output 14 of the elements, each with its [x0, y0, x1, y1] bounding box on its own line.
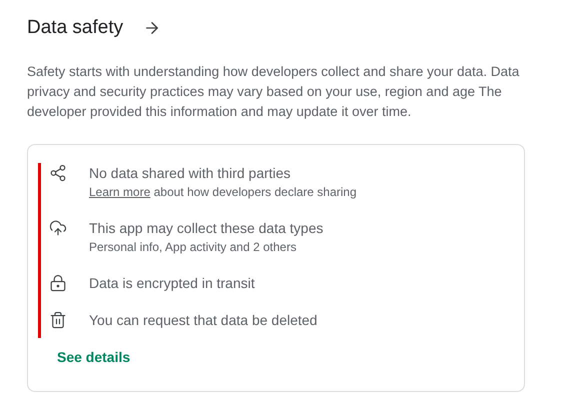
cloud-upload-icon [49, 218, 67, 236]
trash-icon [49, 310, 67, 328]
item-title: This app may collect these data types [89, 218, 324, 238]
description: Safety starts with understanding how developers collect and share your data. Data privacy and security practices may vary based on your use, region and age The developer provided this information and may update it over time. [27, 62, 520, 121]
share-icon [49, 164, 67, 182]
item-title: Data is encrypted in transit [89, 274, 255, 292]
lock-icon [49, 274, 67, 292]
item-subtitle: Learn more about how developers declare sharing [89, 184, 357, 200]
item-subtitle: Personal info, App activity and 2 others [89, 238, 298, 256]
item-title: You can request that data be deleted [89, 310, 318, 330]
learn-more-link[interactable]: Learn more [89, 184, 150, 198]
item-title: No data shared with third parties [89, 164, 292, 182]
see-details-link[interactable]: See details [57, 346, 524, 368]
section-title: Data safety [27, 16, 124, 40]
